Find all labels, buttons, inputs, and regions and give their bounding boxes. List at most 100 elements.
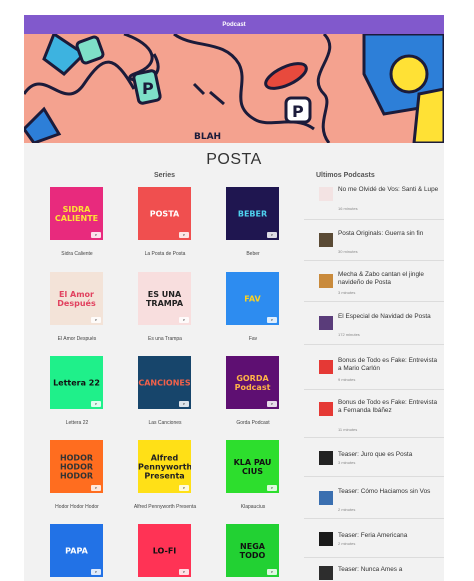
posta-badge-icon: P [91,401,101,407]
podcast-title: Teaser: Nunca Ames a [338,566,403,573]
series-cover[interactable]: PAPA P [50,524,103,577]
series-name: Sidra Caliente [61,251,93,257]
series-name: Las Canciones [148,420,182,426]
series-cover[interactable]: El Amor Después P [50,272,103,325]
posta-badge-icon: P [267,232,277,238]
series-cover[interactable]: ES UNA TRAMPA P [138,272,191,325]
posta-badge-icon: P [179,485,189,491]
series-cover[interactable]: Lettera 22 P [50,356,103,409]
podcast-list-item[interactable]: Teaser: Cómo Haciamos sin Vos 2 minutes [304,477,444,519]
svg-text:BLAH: BLAH [194,132,221,142]
podcast-title: Mecha & Zabo cantan el jingle navideño d… [338,271,424,286]
podcast-thumbnail [319,532,333,546]
series-cover[interactable]: CANCIONES P [138,356,191,409]
podcast-thumbnail [319,360,333,374]
podcast-list-item[interactable]: Posta Originals: Guerra sin fin 30 minute… [304,220,444,261]
posta-badge-icon: P [179,569,189,575]
podcast-list-item[interactable]: Teaser: Feria Americana 2 minutes [304,519,444,558]
podcast-thumbnail [319,451,333,465]
podcast-list-item[interactable]: Teaser: Juro que es Posta 3 minutes [304,438,444,477]
page-title: POSTA [206,151,262,168]
series-name: Hodor Hodor Hodor [55,504,99,510]
series-section-title: Series [154,172,176,179]
svg-text:P: P [142,79,154,98]
series-cover[interactable]: SIDRA CALIENTE P [50,187,103,240]
podcast-duration: 30 minutes [338,249,358,254]
doodle-illustration: P P BLAH [24,34,444,143]
podcast-list-item[interactable]: Bonus de Todo es Fake: Entrevista a Mari… [304,345,444,390]
podcast-duration: 9 minutes [338,377,356,382]
podcast-list-item[interactable]: Teaser: Nunca Ames a [304,558,444,581]
podcast-list-item[interactable]: Mecha & Zabo cantan el jingle navideño d… [304,261,444,302]
series-name: Gorda Podcast [236,420,270,426]
posta-badge-icon: P [179,401,189,407]
series-cover-text: PAPA [65,546,88,555]
series-cover-text: POSTA [149,209,180,218]
podcast-list-item[interactable]: No me Olvidé de Vos: Santi & Lupe 16 minu… [304,179,444,220]
podcast-title: Teaser: Juro que es Posta [338,451,413,458]
posta-badge-icon: P [179,232,189,238]
podcast-title: Bonus de Todo es Fake: Entrevista a Mari… [338,357,437,372]
posta-badge-icon: P [267,485,277,491]
series-cover[interactable]: GORDA Podcast P [226,356,279,409]
podcast-duration: 3 minutes [338,460,356,465]
series-cover[interactable]: Alfred Pennyworth Presenta P [138,440,191,493]
series-name: Es una Trampa [148,336,182,342]
series-cover-text: GORDA Podcast [234,373,271,392]
series-cover-text: Alfred Pennyworth Presenta [138,453,191,480]
series-cover-text: SIDRA CALIENTE [54,204,99,223]
series-cover-text: El Amor Después [57,289,96,308]
series-cover-text: Lettera 22 [53,378,100,387]
series-cover[interactable]: LO-FI P [138,524,191,577]
posta-badge-icon: P [91,232,101,238]
series-cover[interactable]: BEBER P [226,187,279,240]
hero-banner: P P BLAH [24,34,444,143]
series-cover-text: ES UNA TRAMPA [145,289,184,308]
posta-badge-icon: P [267,317,277,323]
podcast-title: Bonus de Todo es Fake: Entrevista a Fern… [338,399,437,414]
series-name: El Amor Después [57,336,97,342]
series-name: Fav [248,336,258,342]
podcast-duration: 16 minutes [338,206,358,211]
series-cover[interactable]: KLA PAU CIUS P [226,440,279,493]
latest-podcasts-section-title: Ultimos Podcasts [316,172,375,179]
podcast-duration: 2 minutes [338,541,356,546]
podcast-thumbnail [319,402,333,416]
series-cover-text: CANCIONES [138,378,191,387]
podcast-duration: 11 minutes [338,427,358,432]
posta-badge-icon: P [91,485,101,491]
podcast-list-item[interactable]: Bonus de Todo es Fake: Entrevista a Fern… [304,390,444,438]
podcast-thumbnail [319,233,333,247]
series-cover[interactable]: NEGA TODO P [226,524,279,577]
series-cover[interactable]: FAV P [226,272,279,325]
svg-text:P: P [292,102,304,121]
podcast-list-item[interactable]: El Especial de Navidad de Posta 172 minut… [304,302,444,345]
podcast-duration: 172 minutes [338,332,360,337]
podcast-title: El Especial de Navidad de Posta [338,313,431,320]
podcast-thumbnail [319,566,333,580]
series-name: Klapaucius [240,504,266,510]
series-cover[interactable]: HODOR HODOR HODOR P [50,440,103,493]
series-name: Beber [246,251,260,257]
series-name: La Posta de Posta [144,251,186,257]
series-cover-text: KLA PAU CIUS [233,457,272,476]
posta-badge-icon: P [179,317,189,323]
podcast-thumbnail [319,274,333,288]
podcast-title: No me Olvidé de Vos: Santi & Lupe [338,186,439,193]
podcast-duration: 3 minutes [338,290,356,295]
series-cover-text: NEGA TODO [239,541,266,560]
series-name: Alfred Pennyworth Presenta [133,504,197,510]
podcast-duration: 2 minutes [338,507,356,512]
series-cover[interactable]: POSTA P [138,187,191,240]
series-cover-text: BEBER [237,209,268,218]
posta-badge-icon: P [267,569,277,575]
series-cover-text: FAV [244,294,261,303]
podcast-title: Teaser: Feria Americana [338,532,408,539]
podcast-title: Posta Originals: Guerra sin fin [338,230,424,237]
podcast-thumbnail [319,187,333,201]
series-cover-text: HODOR HODOR HODOR [59,453,94,480]
podcast-thumbnail [319,316,333,330]
app-header: Podcast [24,15,444,34]
posta-badge-icon: P [91,569,101,575]
series-name: Lettera 22 [65,420,89,426]
